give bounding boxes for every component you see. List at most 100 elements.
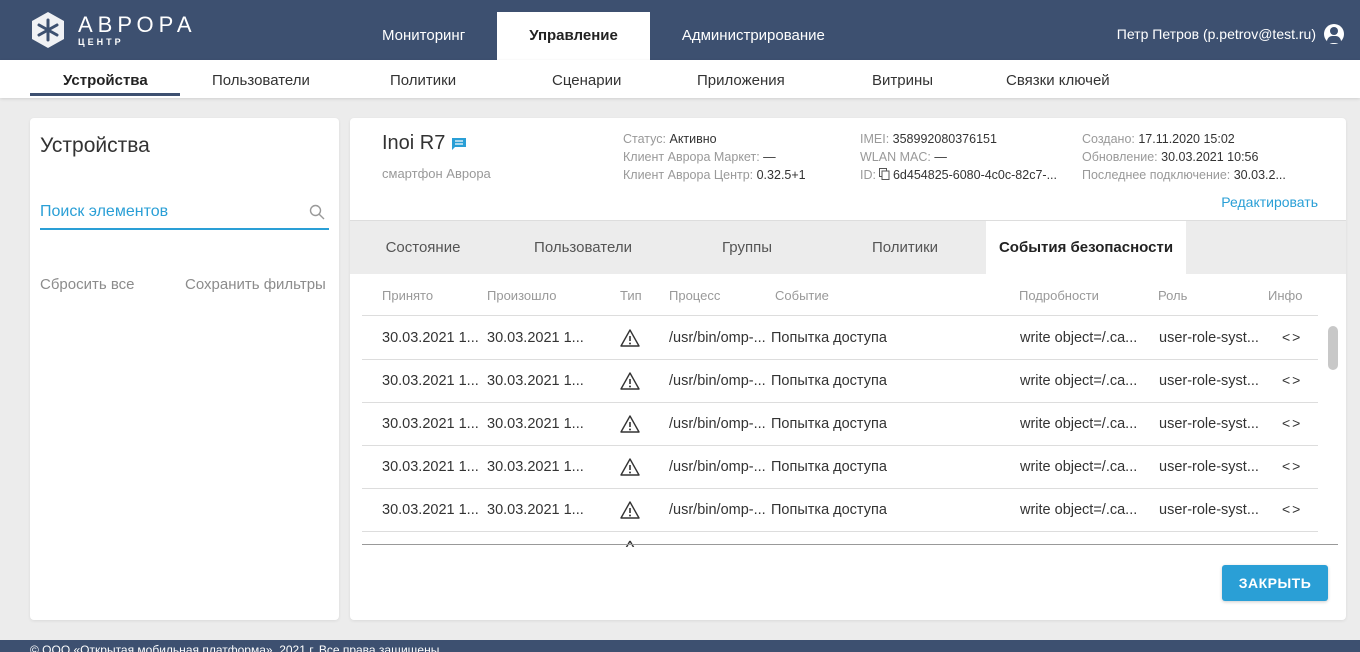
search-field bbox=[40, 198, 329, 230]
last-connection-value: 30.03.2... bbox=[1233, 168, 1286, 182]
message-icon[interactable] bbox=[451, 137, 467, 151]
sub-nav-users[interactable]: Пользователи bbox=[212, 72, 310, 89]
search-icon[interactable] bbox=[309, 204, 325, 220]
cell-occurred: 30.03.2021 1... bbox=[487, 459, 584, 475]
col-received[interactable]: Принято bbox=[382, 288, 433, 303]
cell-role: user-role-syst... bbox=[1159, 416, 1259, 432]
cell-occurred: 30.03.2021 1... bbox=[487, 330, 584, 346]
col-info[interactable]: Инфо bbox=[1268, 288, 1302, 303]
cell-process: /usr/bin/omp-... bbox=[669, 416, 766, 432]
tab-state[interactable]: Состояние bbox=[350, 221, 496, 275]
code-icon[interactable]: <> bbox=[1282, 458, 1302, 474]
col-process[interactable]: Процесс bbox=[669, 288, 720, 303]
filter-panel: Устройства Сбросить все Сохранить фильтр… bbox=[30, 118, 339, 620]
center-client-value: 0.32.5+1 bbox=[756, 168, 806, 182]
col-occurred[interactable]: Произошло bbox=[487, 288, 557, 303]
id-label: ID: bbox=[860, 168, 876, 182]
panel-title: Устройства bbox=[40, 134, 150, 157]
edit-button[interactable]: Редактировать bbox=[1221, 194, 1318, 210]
device-name: Inoi R7 bbox=[382, 132, 446, 154]
cell-event: Попытка доступа bbox=[771, 416, 887, 432]
cell-event: Попытка доступа bbox=[771, 373, 887, 389]
table-row[interactable]: 30.03.2021 1... 30.03.2021 1... /usr/bin… bbox=[362, 489, 1318, 532]
tab-users[interactable]: Пользователи bbox=[496, 221, 670, 275]
warning-icon bbox=[625, 540, 635, 547]
cell-occurred: 30.03.2021 1... bbox=[487, 502, 584, 518]
cell-event: Попытка доступа bbox=[771, 502, 887, 518]
cell-role: user-role-syst... bbox=[1159, 373, 1259, 389]
table-row[interactable]: 30.03.2021 1... 30.03.2021 1... /usr/bin… bbox=[362, 446, 1318, 489]
updated-label: Обновление: bbox=[1082, 150, 1158, 164]
cell-received: 30.03.2021 1... bbox=[382, 373, 479, 389]
cell-received: 30.03.2021 1... bbox=[382, 459, 479, 475]
logo-subtitle: ЦЕНТР bbox=[78, 36, 124, 47]
footer: © ООО «Открытая мобильная платформа», 20… bbox=[0, 640, 1360, 652]
cell-received: 30.03.2021 1... bbox=[382, 416, 479, 432]
col-role[interactable]: Роль bbox=[1158, 288, 1187, 303]
code-icon[interactable]: <> bbox=[1282, 501, 1302, 517]
created-label: Создано: bbox=[1082, 132, 1135, 146]
top-nav-management[interactable]: Управление bbox=[497, 12, 650, 60]
cell-event: Попытка доступа bbox=[771, 459, 887, 475]
cell-process: /usr/bin/omp-... bbox=[669, 502, 766, 518]
device-title: Inoi R7 bbox=[382, 132, 467, 155]
col-details[interactable]: Подробности bbox=[1019, 288, 1099, 303]
status-label: Статус: bbox=[623, 132, 666, 146]
tab-groups[interactable]: Группы bbox=[670, 221, 824, 275]
sub-nav-showcases[interactable]: Витрины bbox=[872, 72, 933, 89]
cell-role: user-role-syst... bbox=[1159, 330, 1259, 346]
sub-nav-keychains[interactable]: Связки ключей bbox=[1006, 72, 1110, 89]
status-value: Активно bbox=[669, 132, 717, 146]
device-status-info: Статус: Активно Клиент Аврора Маркет: — … bbox=[623, 130, 806, 184]
created-value: 17.11.2020 15:02 bbox=[1138, 132, 1235, 146]
cell-event: Попытка доступа bbox=[771, 330, 887, 346]
search-input[interactable] bbox=[40, 198, 290, 226]
cell-role: user-role-syst... bbox=[1159, 459, 1259, 475]
device-dates-info: Создано: 17.11.2020 15:02 Обновление: 30… bbox=[1082, 130, 1286, 184]
code-icon[interactable]: <> bbox=[1282, 372, 1302, 388]
sub-nav-apps[interactable]: Приложения bbox=[697, 72, 785, 89]
user-name: Петр Петров (p.petrov@test.ru) bbox=[1116, 26, 1316, 42]
table-bottom-border bbox=[362, 544, 1338, 545]
user-avatar-icon bbox=[1324, 24, 1344, 44]
code-icon[interactable]: <> bbox=[1282, 415, 1302, 431]
reset-filters-button[interactable]: Сбросить все bbox=[40, 276, 134, 293]
tab-policies[interactable]: Политики bbox=[824, 221, 986, 275]
cell-received: 30.03.2021 1... bbox=[382, 502, 479, 518]
save-filters-button[interactable]: Сохранить фильтры bbox=[185, 276, 326, 293]
updated-value: 30.03.2021 10:56 bbox=[1161, 150, 1259, 164]
cell-occurred: 30.03.2021 1... bbox=[487, 416, 584, 432]
sub-nav-policies[interactable]: Политики bbox=[390, 72, 456, 89]
mac-label: WLAN MAC: bbox=[860, 150, 931, 164]
top-nav-administration[interactable]: Администрирование bbox=[650, 12, 857, 60]
id-value: 6d454825-6080-4c0c-82c7-... bbox=[892, 168, 1057, 182]
table-scrollbar[interactable] bbox=[1328, 326, 1338, 370]
last-connection-label: Последнее подключение: bbox=[1082, 168, 1231, 182]
logo[interactable]: АВРОРА ЦЕНТР bbox=[28, 8, 197, 52]
warning-icon bbox=[620, 372, 640, 390]
device-details-panel: Inoi R7 смартфон Аврора Статус: Активно … bbox=[350, 118, 1346, 620]
close-button[interactable]: ЗАКРЫТЬ bbox=[1222, 565, 1328, 601]
market-client-value: — bbox=[763, 150, 776, 164]
col-type[interactable]: Тип bbox=[620, 288, 642, 303]
logo-title: АВРОРА bbox=[78, 11, 197, 37]
user-menu[interactable]: Петр Петров (p.petrov@test.ru) bbox=[1117, 24, 1344, 44]
col-event[interactable]: Событие bbox=[775, 288, 829, 303]
cell-occurred: 30.03.2021 1... bbox=[487, 373, 584, 389]
warning-icon bbox=[620, 458, 640, 476]
imei-label: IMEI: bbox=[860, 132, 890, 146]
copy-icon[interactable] bbox=[878, 168, 890, 180]
warning-icon bbox=[620, 415, 640, 433]
table-row[interactable]: 30.03.2021 1... 30.03.2021 1... /usr/bin… bbox=[362, 360, 1318, 403]
sub-nav-devices[interactable]: Устройства bbox=[63, 72, 148, 89]
code-icon[interactable]: <> bbox=[1282, 329, 1302, 345]
table-row[interactable]: 30.03.2021 1... 30.03.2021 1... /usr/bin… bbox=[362, 317, 1318, 360]
market-client-label: Клиент Аврора Маркет: bbox=[623, 150, 760, 164]
top-nav-monitoring[interactable]: Мониторинг bbox=[350, 12, 497, 60]
top-bar: АВРОРА ЦЕНТР Мониторинг Управление Админ… bbox=[0, 0, 1360, 60]
device-ids-info: IMEI: 358992080376151 WLAN MAC: — ID: 6d4… bbox=[860, 130, 1057, 184]
sub-nav-scenarios[interactable]: Сценарии bbox=[552, 72, 621, 89]
table-row[interactable]: 30.03.2021 1... 30.03.2021 1... /usr/bin… bbox=[362, 403, 1318, 446]
tab-security-events[interactable]: События безопасности bbox=[986, 221, 1186, 275]
device-type: смартфон Аврора bbox=[382, 166, 491, 181]
